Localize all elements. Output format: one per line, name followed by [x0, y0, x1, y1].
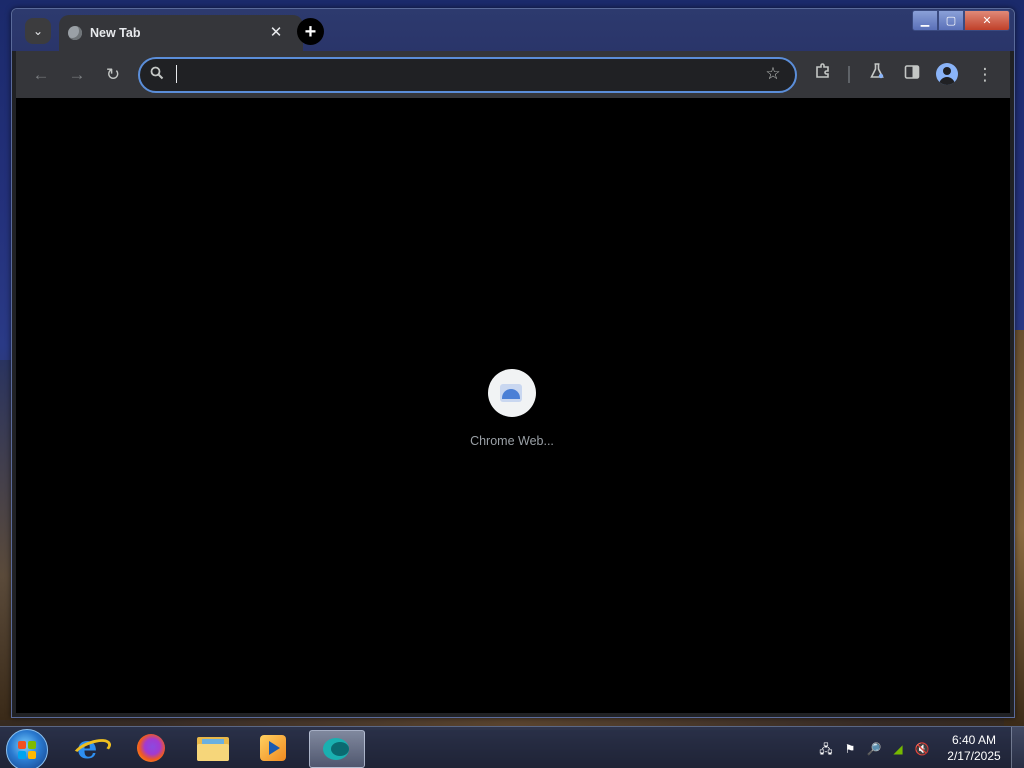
tab-new-tab[interactable]: New Tab ✕ [59, 15, 303, 53]
volume-muted-icon[interactable]: 🔇 [914, 741, 930, 757]
arrow-left-icon: ← [32, 65, 50, 84]
clock-time: 6:40 AM [951, 733, 997, 747]
new-tab-button[interactable]: + [297, 18, 324, 45]
reload-button[interactable]: ↻ [100, 62, 126, 88]
taskbar-app-internet-explorer[interactable]: e [62, 730, 116, 766]
back-button[interactable]: ← [28, 62, 54, 88]
bookmark-star-icon[interactable]: ☆ [763, 64, 783, 84]
windows-logo-icon [18, 741, 36, 759]
nvidia-icon[interactable]: ◢ [890, 741, 906, 757]
arrow-right-icon: → [68, 65, 86, 84]
profile-avatar-button[interactable] [936, 63, 958, 85]
network-icon[interactable]: 🖧 [818, 741, 834, 757]
clock-date: 2/17/2025 [947, 749, 1001, 763]
close-window-button[interactable]: ✕ [964, 10, 1010, 31]
profile-avatar-body [939, 77, 955, 85]
internet-explorer-icon: e [70, 731, 114, 766]
window-controls: ▁ ▢ ✕ [912, 10, 1010, 31]
labs-button[interactable] [864, 62, 890, 88]
flask-icon [868, 63, 886, 84]
shortcut-label[interactable]: Chrome Web... [436, 434, 588, 448]
title-bar[interactable]: ⌄ New Tab ✕ + ▁ ▢ ✕ [12, 9, 1014, 53]
menu-button[interactable]: ⋮ [972, 62, 998, 88]
address-input[interactable] [172, 62, 756, 88]
start-button[interactable] [6, 729, 48, 768]
tab-close-button[interactable]: ✕ [266, 23, 286, 43]
folder-icon [197, 735, 229, 761]
browser-toolbar: ← → ↻ ☆ ⋮ [16, 51, 1010, 98]
taskbar-app-file-explorer[interactable] [186, 730, 240, 766]
toolbar-separator [848, 66, 850, 83]
tab-title: New Tab [90, 26, 141, 40]
address-bar[interactable]: ☆ [138, 57, 797, 93]
reload-icon: ↻ [105, 65, 121, 84]
media-player-icon [260, 735, 286, 761]
clock[interactable]: 6:40 AM 2/17/2025 [941, 732, 1007, 764]
plus-icon: + [304, 20, 317, 43]
search-icon [150, 66, 166, 82]
globe-icon [68, 26, 82, 40]
extensions-button[interactable] [810, 62, 836, 88]
taskbar: e 🖧 ⚑ 🔎 ◢ 🔇 6:40 AM 2/17/2025 [0, 726, 1024, 768]
forward-button[interactable]: → [64, 62, 90, 88]
taskbar-app-media-player[interactable] [246, 730, 300, 766]
puzzle-icon [814, 63, 832, 84]
profile-avatar-icon [943, 67, 951, 75]
show-desktop-button[interactable] [1011, 727, 1024, 768]
taskbar-app-active-window[interactable] [309, 730, 365, 768]
action-center-flag-icon[interactable]: ⚑ [842, 741, 858, 757]
new-tab-page: Chrome Web... [16, 98, 1010, 713]
side-panel-icon [904, 65, 920, 84]
side-panel-button[interactable] [899, 62, 925, 88]
app-icon [321, 736, 353, 762]
minimize-button[interactable]: ▁ [912, 10, 938, 31]
text-cursor [176, 65, 177, 83]
chevron-down-icon: ⌄ [32, 24, 44, 38]
firefox-icon [137, 734, 165, 762]
system-tray: 🖧 ⚑ 🔎 ◢ 🔇 6:40 AM 2/17/2025 [816, 727, 1024, 768]
shortcut-tile-chrome-web-store[interactable] [488, 369, 536, 417]
maximize-button[interactable]: ▢ [938, 10, 964, 31]
browser-window: ⌄ New Tab ✕ + ▁ ▢ ✕ ← → ↻ ☆ ⋮ Chrome Web… [11, 8, 1015, 718]
three-dot-menu-icon: ⋮ [976, 65, 994, 84]
tab-search-button[interactable]: ⌄ [25, 18, 51, 44]
search-tray-icon[interactable]: 🔎 [866, 741, 882, 757]
taskbar-app-firefox[interactable] [124, 730, 178, 766]
